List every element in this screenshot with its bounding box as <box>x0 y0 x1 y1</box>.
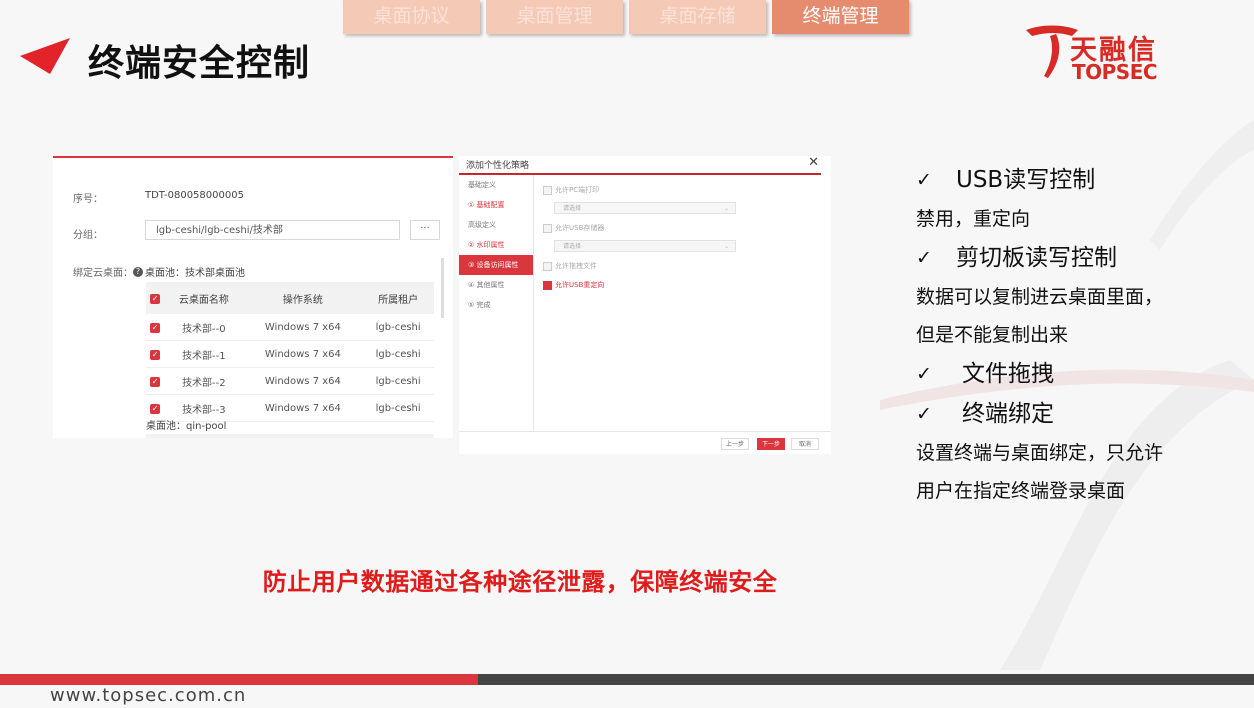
feature-desc: 但是不能复制出来 <box>916 324 1069 346</box>
nav-basic-definition[interactable]: 基础定义 <box>459 175 533 195</box>
usb-redirect-label: 允许USB重定向 <box>555 281 605 289</box>
select-all-checkbox[interactable]: ✓ <box>146 282 165 314</box>
top-tab-bar: 桌面协议 桌面管理 桌面存储 终端管理 <box>343 0 909 34</box>
title-arrow-icon <box>20 38 70 74</box>
dialog-step-nav: 基础定义 ① 基础配置 高级定义 ② 水印属性 ③ 设备访问属性 ④ 其他属性 … <box>459 175 534 431</box>
file-drag-checkbox[interactable] <box>543 261 552 271</box>
desktop-table: ✓ 云桌面名称 操作系统 所属租户 ✓ 技术部--0 Windows 7 x64… <box>146 282 434 422</box>
pc-print-select[interactable]: 请选择 ⌄ <box>554 202 736 214</box>
serial-label: 序号： <box>73 194 103 205</box>
col-tenant: 所属租户 <box>362 282 434 314</box>
nav-advanced-definition[interactable]: 高级定义 <box>459 215 533 235</box>
feature-title: USB读写控制 <box>956 167 1096 193</box>
desktop-tenant: lgb-ceshi <box>362 340 434 368</box>
feature-desc: 用户在指定终端登录桌面 <box>916 480 1126 502</box>
col-desktop-name: 云桌面名称 <box>164 282 244 314</box>
usb-storage-checkbox[interactable] <box>543 223 552 233</box>
usb-redirect-checkbox[interactable] <box>543 280 552 290</box>
desktop-name: 技术部--0 <box>164 314 244 341</box>
footer-gray-bar <box>478 674 1254 685</box>
checkmark-icon: ✓ <box>916 169 932 191</box>
feature-desc: 设置终端与桌面绑定，只允许 <box>916 442 1164 464</box>
chevron-down-icon: ⌄ <box>723 243 729 250</box>
close-icon[interactable]: ✕ <box>808 156 819 170</box>
nav-other[interactable]: ④ 其他属性 <box>459 275 533 295</box>
col-os: 操作系统 <box>243 282 363 314</box>
select-placeholder: 请选择 <box>563 243 582 250</box>
footer-red-bar <box>0 674 478 685</box>
nav-basic-config[interactable]: ① 基础配置 <box>459 195 533 215</box>
desktop-os: Windows 7 x64 <box>243 314 363 341</box>
vertical-scrollbar[interactable] <box>441 258 444 318</box>
bind-desktop-label: 绑定云桌面： <box>73 268 133 279</box>
feature-desc: 禁用，重定向 <box>916 208 1031 230</box>
select-placeholder: 请选择 <box>563 205 582 212</box>
option-pc-print[interactable]: 允许PC端打印 <box>543 185 599 195</box>
desktop-name: 技术部--2 <box>164 367 244 395</box>
feature-title: 文件拖拽 <box>962 361 1054 387</box>
group-select-button[interactable]: ··· <box>410 220 440 240</box>
desktop-os: Windows 7 x64 <box>243 367 363 395</box>
feature-clipboard-control: ✓ 剪切板读写控制 <box>916 238 1236 278</box>
option-file-drag[interactable]: 允许拖拽文件 <box>543 261 597 271</box>
pool-label-2: 桌面池：qin-pool <box>146 421 227 432</box>
next-button[interactable]: 下一步 <box>757 438 785 450</box>
chevron-down-icon: ⌄ <box>723 205 729 212</box>
dialog-footer-divider <box>459 431 831 432</box>
nav-finish[interactable]: ⑤ 完成 <box>459 295 533 315</box>
desktop-os: Windows 7 x64 <box>243 394 363 422</box>
table-row[interactable]: ✓ 技术部--1 Windows 7 x64 lgb-ceshi <box>146 340 434 368</box>
dialog-title: 添加个性化策略 <box>466 161 530 171</box>
desktop-os: Windows 7 x64 <box>243 340 363 368</box>
feature-desc: 数据可以复制进云桌面里面， <box>916 286 1164 308</box>
page-title: 终端安全控制 <box>88 43 311 84</box>
footer-url: www.topsec.com.cn <box>50 685 247 706</box>
pc-print-checkbox[interactable] <box>543 185 552 195</box>
group-input[interactable]: lgb-ceshi/lgb-ceshi/技术部 <box>145 220 400 240</box>
tab-desktop-protocol[interactable]: 桌面协议 <box>343 0 480 34</box>
desktop-name: 技术部--1 <box>164 340 244 368</box>
feature-usb-control: ✓ USB读写控制 <box>916 160 1236 200</box>
pool-header: ? 桌面池：技术部桌面池 <box>133 264 245 279</box>
row-checkbox[interactable]: ✓ <box>146 367 165 395</box>
feature-terminal-binding: ✓ 终端绑定 <box>916 394 1236 434</box>
terminal-binding-form: 序号： TDT-080058000005 分组： lgb-ceshi/lgb-c… <box>53 156 453 438</box>
row-checkbox[interactable]: ✓ <box>146 340 165 368</box>
usb-storage-select[interactable]: 请选择 ⌄ <box>554 240 736 252</box>
prev-button[interactable]: 上一步 <box>721 438 749 450</box>
option-usb-redirect[interactable]: 允许USB重定向 <box>543 280 604 290</box>
pc-print-label: 允许PC端打印 <box>555 186 600 194</box>
group-label: 分组： <box>73 230 103 241</box>
table-row[interactable]: ✓ 技术部--2 Windows 7 x64 lgb-ceshi <box>146 367 434 395</box>
feature-list: ✓ USB读写控制 禁用，重定向 ✓ 剪切板读写控制 数据可以复制进云桌面里面，… <box>916 160 1236 510</box>
tab-desktop-management[interactable]: 桌面管理 <box>486 0 623 34</box>
desktop-tenant: lgb-ceshi <box>362 394 434 422</box>
slogan: 防止用户数据通过各种途径泄露，保障终端安全 <box>262 568 778 596</box>
nav-watermark[interactable]: ② 水印属性 <box>459 235 533 255</box>
checkmark-icon: ✓ <box>916 363 932 385</box>
help-icon[interactable]: ? <box>133 266 143 277</box>
pool2-table-header <box>146 434 434 438</box>
row-checkbox[interactable]: ✓ <box>146 314 165 341</box>
feature-title: 终端绑定 <box>962 401 1054 427</box>
checkmark-icon: ✓ <box>916 403 932 425</box>
desktop-tenant: lgb-ceshi <box>362 314 434 341</box>
feature-file-drag: ✓ 文件拖拽 <box>916 354 1236 394</box>
table-row[interactable]: ✓ 技术部--0 Windows 7 x64 lgb-ceshi <box>146 314 434 341</box>
usb-storage-label: 允许USB存储器 <box>555 224 605 232</box>
checkmark-icon: ✓ <box>916 247 932 269</box>
tab-terminal-management[interactable]: 终端管理 <box>772 0 909 34</box>
cancel-button[interactable]: 取消 <box>791 438 819 450</box>
feature-title: 剪切板读写控制 <box>956 245 1117 271</box>
nav-device-access[interactable]: ③ 设备访问属性 <box>459 255 533 275</box>
serial-value: TDT-080058000005 <box>145 190 244 201</box>
pool-label: 桌面池：技术部桌面池 <box>145 268 245 279</box>
policy-dialog: 添加个性化策略 ✕ 基础定义 ① 基础配置 高级定义 ② 水印属性 ③ 设备访问… <box>459 156 831 454</box>
desktop-tenant: lgb-ceshi <box>362 367 434 395</box>
logo-english-text: TOPSEC <box>1072 60 1158 84</box>
topsec-logo: 天融信 TOPSEC <box>1022 22 1202 84</box>
tab-desktop-storage[interactable]: 桌面存储 <box>629 0 766 34</box>
option-usb-storage[interactable]: 允许USB存储器 <box>543 223 604 233</box>
file-drag-label: 允许拖拽文件 <box>555 262 597 270</box>
